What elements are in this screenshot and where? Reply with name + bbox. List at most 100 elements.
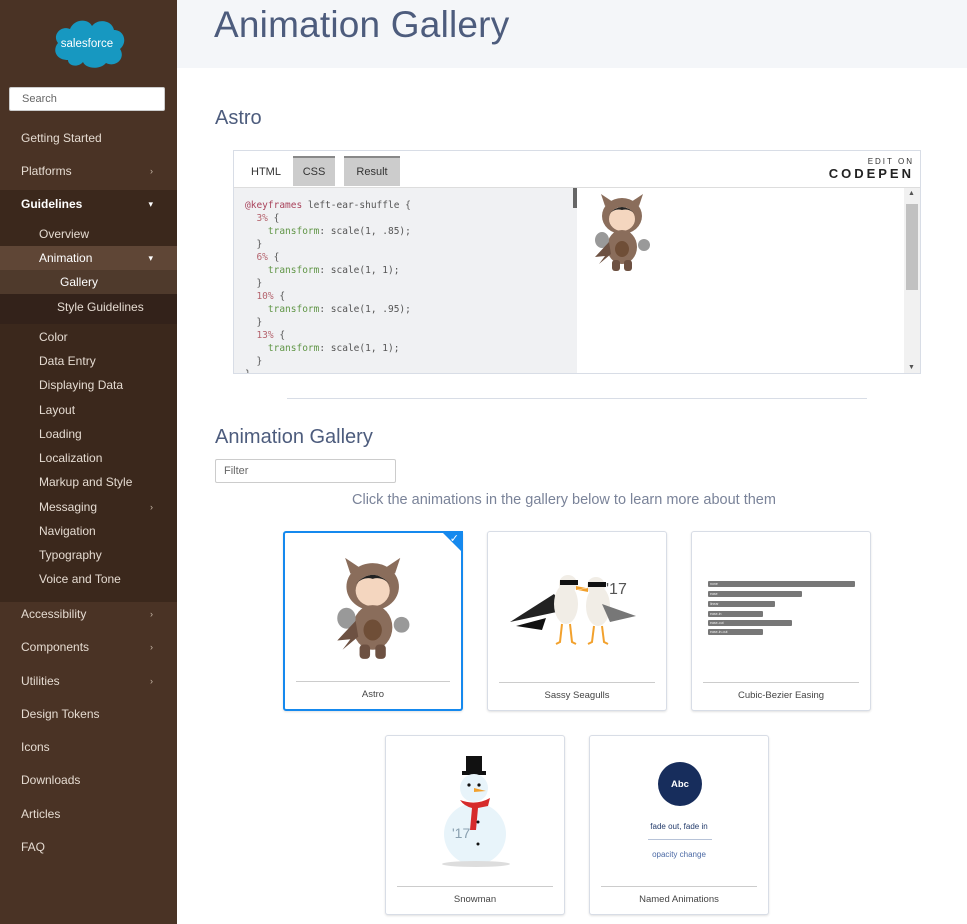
code-line: transform: scale(1, 1);: [245, 265, 400, 276]
sidebar-item-voice-and-tone[interactable]: Voice and Tone: [39, 572, 216, 586]
astro-illustration: [337, 557, 410, 659]
sidebar-item-layout[interactable]: Layout: [39, 403, 216, 417]
result-panel: [577, 188, 904, 373]
gallery-hint: Click the animations in the gallery belo…: [352, 492, 776, 508]
sidebar-item-downloads[interactable]: Downloads: [21, 773, 198, 787]
sidebar-item-navigation[interactable]: Navigation: [39, 524, 216, 538]
fade-caption: fade out, fade in: [650, 822, 708, 831]
card-separator: [397, 886, 553, 887]
sidebar-item-design-tokens[interactable]: Design Tokens: [21, 707, 198, 721]
code-line: }: [245, 356, 263, 367]
tab-html[interactable]: HTML: [240, 156, 292, 186]
filter-input[interactable]: Filter: [215, 459, 396, 483]
gallery-card-astro[interactable]: ✓ Astro: [283, 531, 463, 711]
card-separator: [296, 681, 450, 682]
salesforce-logo[interactable]: salesforce: [50, 16, 126, 70]
seagulls-badge: '17: [606, 581, 627, 598]
card-separator: [499, 682, 655, 683]
sidebar-item-icons[interactable]: Icons: [21, 740, 198, 754]
sidebar-item-color[interactable]: Color: [39, 330, 216, 344]
gallery-card-snowman[interactable]: '17 Snowman: [385, 735, 565, 915]
card-separator: [703, 682, 859, 683]
sidebar-item-displaying-data[interactable]: Displaying Data: [39, 378, 216, 392]
css-code-panel[interactable]: @keyframes left-ear-shuffle { 3% { trans…: [234, 188, 577, 373]
logo-text: salesforce: [61, 38, 113, 50]
sidebar-item-animation[interactable]: Animation ▾: [39, 251, 177, 265]
code-line: }: [245, 317, 263, 328]
easing-bar: ease-in: [708, 611, 763, 617]
easing-bar: linear: [708, 601, 775, 607]
scroll-down-icon[interactable]: ▼: [908, 364, 915, 371]
easing-bar: ease: [708, 591, 802, 597]
tab-result[interactable]: Result: [344, 156, 400, 186]
sidebar-item-typography[interactable]: Typography: [39, 548, 216, 562]
code-line: }: [245, 278, 263, 289]
easing-bar: ease-in-out: [708, 629, 763, 635]
card-label: Cubic-Bezier Easing: [737, 690, 825, 701]
code-line: 13% {: [245, 330, 286, 341]
easing-bar: none: [708, 581, 855, 587]
scroll-up-icon[interactable]: ▲: [908, 190, 915, 197]
sidebar-item-loading[interactable]: Loading: [39, 427, 216, 441]
edit-on-label: EDIT ON: [867, 157, 914, 166]
codepen-logo-text: CODEPEN: [828, 166, 914, 181]
chevron-down-icon: ▾: [148, 198, 153, 209]
seagulls-illustration: '17: [510, 575, 636, 645]
sidebar-item-style-guidelines[interactable]: Style Guidelines: [57, 300, 177, 314]
sidebar-item-localization[interactable]: Localization: [39, 451, 216, 465]
code-line: transform: scale(1, 1);: [245, 343, 400, 354]
page-title: Animation Gallery: [214, 4, 510, 45]
card-label: Sassy Seagulls: [544, 690, 610, 701]
code-line: @keyframes left-ear-shuffle {: [245, 200, 411, 211]
astro-mini-illustration: [595, 194, 650, 271]
sidebar-item-messaging[interactable]: Messaging ›: [39, 500, 177, 514]
sidebar-item-utilities[interactable]: Utilities ›: [21, 674, 177, 688]
code-line: 10% {: [245, 291, 286, 302]
snowman-illustration: '17: [442, 756, 510, 867]
chevron-right-icon: ›: [150, 166, 153, 176]
gallery-card-sassy-seagulls[interactable]: '17 Sassy Seagulls: [487, 531, 667, 711]
astro-heading: Astro: [215, 107, 262, 129]
codepen-embed: HTML CSS Result EDIT ON CODEPEN @keyfram…: [233, 150, 921, 374]
chevron-right-icon: ›: [150, 502, 153, 512]
sidebar: salesforce Search Getting Started Platfo…: [0, 0, 177, 924]
code-line: transform: scale(1, .95);: [245, 304, 411, 315]
sidebar-item-overview[interactable]: Overview: [39, 227, 177, 241]
scrollbar-thumb[interactable]: [906, 204, 918, 290]
sidebar-item-platforms[interactable]: Platforms ›: [21, 164, 177, 178]
section-divider: [287, 398, 867, 399]
sidebar-item-articles[interactable]: Articles: [21, 807, 198, 821]
gallery-card-named-animations[interactable]: Abc fade out, fade in opacity change Nam…: [589, 735, 769, 915]
chevron-right-icon: ›: [150, 676, 153, 686]
result-scrollbar[interactable]: ▲ ▼: [904, 188, 920, 373]
opacity-caption: opacity change: [652, 850, 706, 859]
sidebar-item-markup-and-style[interactable]: Markup and Style: [39, 475, 216, 489]
card-label: Astro: [361, 689, 385, 700]
sidebar-item-guidelines[interactable]: Guidelines ▾: [21, 197, 177, 211]
code-line: 6% {: [245, 252, 280, 263]
fade-divider: [648, 839, 712, 840]
checkmark-icon: ✓: [449, 533, 459, 545]
easing-bar: ease-out: [708, 620, 792, 626]
edit-on-codepen-link[interactable]: EDIT ON CODEPEN: [829, 157, 914, 181]
sidebar-item-components[interactable]: Components ›: [21, 640, 177, 654]
chevron-right-icon: ›: [150, 642, 153, 652]
sidebar-item-accessibility[interactable]: Accessibility ›: [21, 607, 177, 621]
card-label: Snowman: [453, 894, 497, 905]
sidebar-item-gallery[interactable]: Gallery: [60, 275, 177, 289]
gallery-heading: Animation Gallery: [215, 426, 373, 448]
code-line: }: [245, 239, 263, 250]
sidebar-item-getting-started[interactable]: Getting Started: [21, 131, 198, 145]
chevron-right-icon: ›: [150, 609, 153, 619]
tab-css[interactable]: CSS: [293, 156, 335, 186]
card-label: Named Animations: [639, 894, 719, 905]
sidebar-item-faq[interactable]: FAQ: [21, 840, 198, 854]
chevron-down-icon: ▾: [148, 252, 153, 263]
abc-circle: Abc: [658, 762, 702, 806]
sidebar-item-data-entry[interactable]: Data Entry: [39, 354, 216, 368]
snowman-badge: '17: [452, 825, 470, 841]
code-line: transform: scale(1, .85);: [245, 226, 411, 237]
gallery-card-cubic-bezier[interactable]: none ease linear ease-in ease-out ease-i…: [691, 531, 871, 711]
sidebar-search-input[interactable]: Search: [9, 87, 165, 111]
card-separator: [601, 886, 757, 887]
